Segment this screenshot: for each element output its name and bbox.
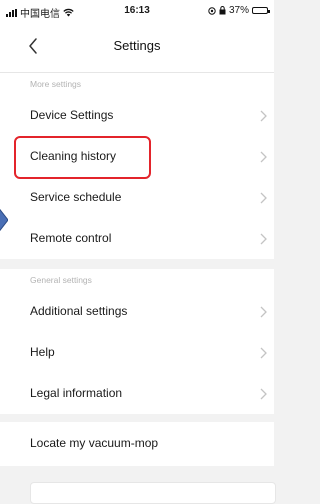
chevron-right-icon: [260, 192, 267, 204]
section-gap: [0, 414, 274, 422]
row-label: Legal information: [30, 386, 123, 400]
chevron-right-icon: [260, 388, 267, 400]
pointer-arrow-icon: [0, 208, 8, 232]
row-legal-information[interactable]: Legal information: [0, 373, 274, 414]
battery-icon: [252, 7, 270, 14]
status-bar: 中国电信 16:13 37%: [0, 0, 274, 22]
row-cleaning-history[interactable]: Cleaning history: [0, 136, 274, 177]
row-label: Remote control: [30, 231, 112, 245]
row-label: Additional settings: [30, 304, 128, 318]
row-service-schedule[interactable]: Service schedule: [0, 177, 274, 218]
locate-section: Locate my vacuum-mop: [0, 422, 274, 466]
row-locate-vacuum-mop[interactable]: Locate my vacuum-mop: [0, 422, 274, 466]
chevron-right-icon: [260, 233, 267, 245]
row-device-settings[interactable]: Device Settings: [0, 95, 274, 136]
chevron-right-icon: [260, 110, 267, 122]
more-settings-section: More settings Device Settings Cleaning h…: [0, 73, 274, 259]
page-title: Settings: [113, 38, 161, 53]
location-icon: [208, 6, 216, 15]
section-gap: [0, 259, 274, 269]
row-label: Service schedule: [30, 190, 122, 204]
section-label-general-settings: General settings: [30, 275, 92, 285]
section-label-more-settings: More settings: [30, 79, 82, 89]
row-label: Cleaning history: [30, 149, 117, 163]
status-right: 37%: [208, 5, 270, 16]
bottom-card[interactable]: [30, 482, 276, 504]
row-label: Help: [30, 345, 55, 359]
page-header: Settings: [0, 22, 274, 72]
row-remote-control[interactable]: Remote control: [0, 218, 274, 259]
row-label: Device Settings: [30, 108, 114, 122]
orientation-lock-icon: [219, 6, 226, 15]
battery-percent: 37%: [228, 5, 249, 16]
row-additional-settings[interactable]: Additional settings: [0, 291, 274, 332]
chevron-right-icon: [260, 151, 267, 163]
chevron-right-icon: [260, 306, 267, 318]
row-label: Locate my vacuum-mop: [30, 436, 159, 450]
row-help[interactable]: Help: [0, 332, 274, 373]
chevron-right-icon: [260, 347, 267, 359]
general-settings-section: General settings Additional settings Hel…: [0, 269, 274, 414]
